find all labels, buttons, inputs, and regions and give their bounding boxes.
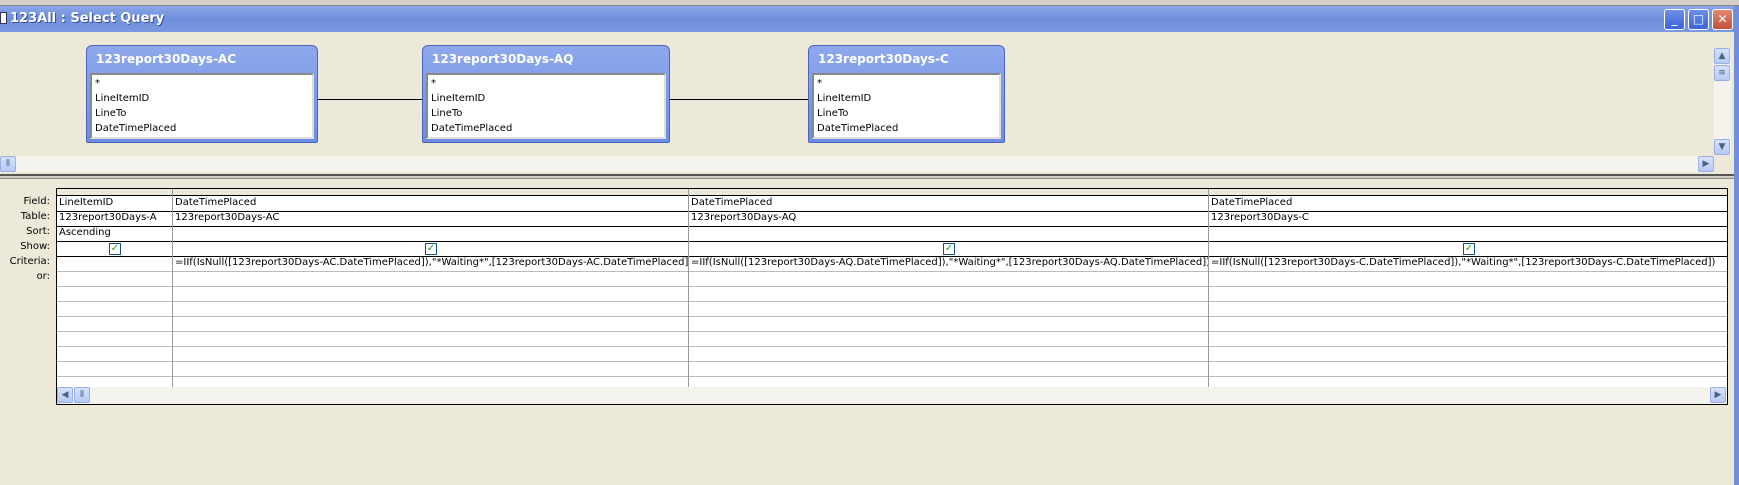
field-item[interactable]: LineTo <box>431 106 661 121</box>
show-checkbox[interactable]: ✓ <box>1463 243 1475 255</box>
table-title: 123report30Days-AC <box>96 52 237 66</box>
field-item[interactable]: * <box>95 76 309 91</box>
sort-cell[interactable]: Ascending <box>57 226 172 241</box>
row-label-field: Field: <box>23 196 50 207</box>
close-button[interactable]: ✕ <box>1712 9 1733 30</box>
field-item[interactable]: DateTimePlaced <box>431 121 661 136</box>
pane-splitter[interactable] <box>0 174 1734 179</box>
field-item[interactable]: LineItemID <box>817 91 996 106</box>
grid-column[interactable]: DateTimePlaced 123report30Days-AQ ✓ =IIf… <box>689 189 1209 387</box>
row-label-table: Table: <box>20 211 50 222</box>
sort-cell[interactable] <box>173 226 688 241</box>
row-label-criteria: Criteria: <box>9 256 50 267</box>
join-line[interactable] <box>670 99 808 100</box>
minimize-button[interactable]: _ <box>1664 9 1685 30</box>
show-checkbox[interactable]: ✓ <box>109 243 121 255</box>
table-cell[interactable]: 123report30Days-A <box>57 211 172 226</box>
table-cell[interactable]: 123report30Days-C <box>1209 211 1727 226</box>
row-label-or: or: <box>36 271 50 282</box>
criteria-cell[interactable] <box>57 256 172 271</box>
scroll-thumb[interactable]: ⦀ <box>0 156 16 172</box>
scroll-up-icon[interactable]: ▲ <box>1714 48 1730 64</box>
field-list[interactable]: * LineItemID LineTo DateTimePlaced <box>812 73 1001 139</box>
table-pane-horizontal-scrollbar[interactable]: ⦀ ▶ <box>0 156 1714 172</box>
table-box-c[interactable]: 123report30Days-C * LineItemID LineTo Da… <box>808 45 1005 143</box>
scroll-right-icon[interactable]: ▶ <box>1710 387 1726 403</box>
criteria-cell[interactable]: =IIf(IsNull([123report30Days-C.DateTimeP… <box>1209 256 1727 271</box>
join-line[interactable] <box>318 99 422 100</box>
field-item[interactable]: LineTo <box>95 106 309 121</box>
table-pane-vertical-scrollbar[interactable]: ▲ ≡ ▼ <box>1714 48 1731 155</box>
grid-horizontal-scrollbar[interactable]: ◀ ⦀ ▶ <box>57 387 1727 404</box>
show-checkbox[interactable]: ✓ <box>943 243 955 255</box>
scroll-left-icon[interactable]: ◀ <box>57 387 73 403</box>
scroll-thumb[interactable]: ≡ <box>1714 65 1730 81</box>
row-label-show: Show: <box>20 241 50 252</box>
table-title: 123report30Days-C <box>818 52 949 66</box>
field-item[interactable]: LineItemID <box>95 91 309 106</box>
table-cell[interactable]: 123report30Days-AQ <box>689 211 1208 226</box>
field-item[interactable]: DateTimePlaced <box>95 121 309 136</box>
field-item[interactable]: DateTimePlaced <box>817 121 996 136</box>
field-cell[interactable]: DateTimePlaced <box>173 196 688 211</box>
field-item[interactable]: LineItemID <box>431 91 661 106</box>
sort-cell[interactable] <box>1209 226 1727 241</box>
field-item[interactable]: * <box>431 76 661 91</box>
table-title: 123report30Days-AQ <box>432 52 574 66</box>
field-cell[interactable]: DateTimePlaced <box>1209 196 1727 211</box>
title-bar[interactable]: 123All : Select Query <box>0 6 1739 32</box>
maximize-button[interactable]: □ <box>1688 9 1709 30</box>
criteria-cell[interactable]: =IIf(IsNull([123report30Days-AC.DateTime… <box>173 256 688 271</box>
field-cell[interactable]: LineItemID <box>57 196 172 211</box>
scroll-right-icon[interactable]: ▶ <box>1698 156 1714 172</box>
table-box-aq[interactable]: 123report30Days-AQ * LineItemID LineTo D… <box>422 45 670 143</box>
show-checkbox[interactable]: ✓ <box>425 243 437 255</box>
row-label-sort: Sort: <box>26 226 50 237</box>
window-frame <box>1734 6 1739 485</box>
field-item[interactable]: LineTo <box>817 106 996 121</box>
field-list[interactable]: * LineItemID LineTo DateTimePlaced <box>90 73 314 139</box>
query-icon <box>0 12 7 24</box>
table-cell[interactable]: 123report30Days-AC <box>173 211 688 226</box>
field-item[interactable]: * <box>817 76 996 91</box>
table-box-ac[interactable]: 123report30Days-AC * LineItemID LineTo D… <box>86 45 318 143</box>
grid-column[interactable]: DateTimePlaced 123report30Days-C ✓ =IIf(… <box>1209 189 1727 387</box>
scroll-down-icon[interactable]: ▼ <box>1714 139 1730 155</box>
sort-cell[interactable] <box>689 226 1208 241</box>
field-list[interactable]: * LineItemID LineTo DateTimePlaced <box>426 73 666 139</box>
criteria-cell[interactable]: =IIf(IsNull([123report30Days-AQ.DateTime… <box>689 256 1208 271</box>
grid-column[interactable]: LineItemID 123report30Days-A Ascending ✓ <box>57 189 173 387</box>
design-grid[interactable]: LineItemID 123report30Days-A Ascending ✓… <box>56 188 1728 405</box>
field-cell[interactable]: DateTimePlaced <box>689 196 1208 211</box>
scroll-thumb[interactable]: ⦀ <box>74 387 90 403</box>
grid-column[interactable]: DateTimePlaced 123report30Days-AC ✓ =IIf… <box>173 189 689 387</box>
window-title: 123All : Select Query <box>10 11 165 26</box>
